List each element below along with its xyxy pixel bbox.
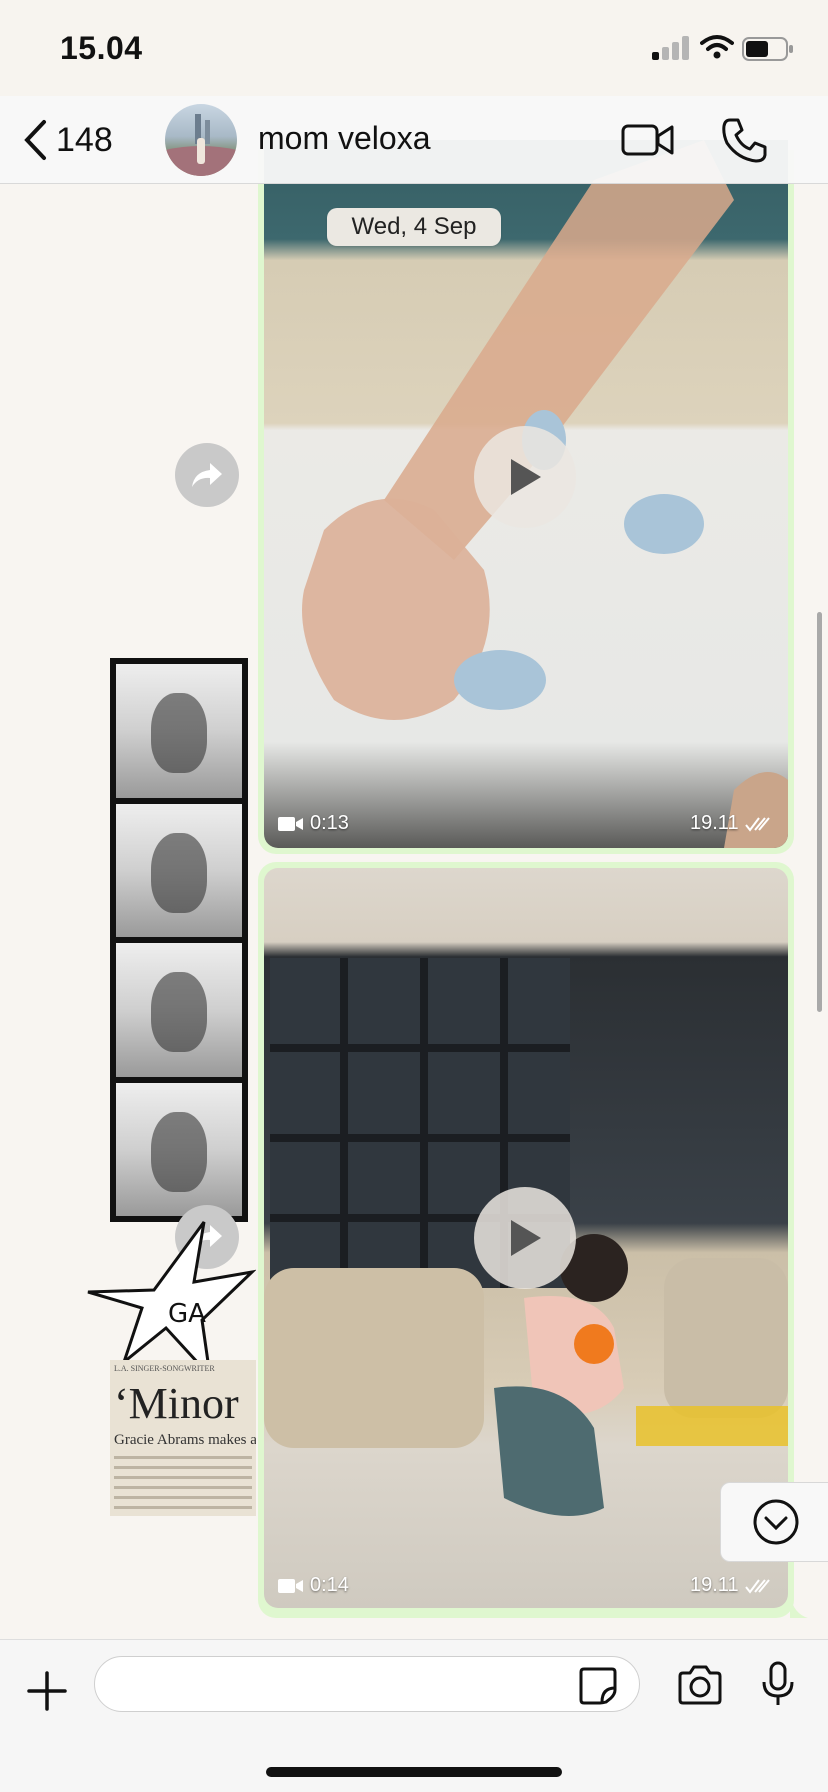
message-timestamp: 19.11 [690, 1574, 773, 1597]
video-camera-icon [278, 1578, 303, 1593]
star-text: GA [168, 1299, 206, 1329]
camera-icon[interactable] [676, 1664, 724, 1706]
play-icon [511, 459, 541, 495]
back-button[interactable]: 148 [22, 116, 113, 164]
sticker-icon[interactable] [578, 1666, 618, 1706]
photo-strip-frame [116, 1082, 242, 1216]
video-camera-icon [278, 816, 303, 831]
clipping-subtitle: Gracie Abrams makes a [114, 1432, 256, 1448]
contact-name[interactable]: mom veloxa [258, 120, 431, 157]
play-icon [511, 1220, 541, 1256]
status-time: 15.04 [60, 30, 143, 66]
message-time: 19.11 [690, 812, 739, 834]
clipping-title: ‘Minor [114, 1379, 239, 1428]
avatar-image [165, 114, 237, 176]
newspaper-clipping-sticker[interactable]: L.A. SINGER-SONGWRITER ‘Minor Gracie Abr… [110, 1360, 256, 1516]
date-separator: Wed, 4 Sep [327, 208, 501, 246]
scroll-to-bottom-button[interactable] [720, 1482, 828, 1562]
clipping-header: L.A. SINGER-SONGWRITER [114, 1364, 215, 1373]
message-time: 19.11 [690, 1574, 739, 1596]
battery-icon [742, 37, 793, 61]
video-duration-text: 0:14 [310, 1574, 349, 1596]
status-bar: 15.04 [0, 0, 828, 96]
message-input[interactable] [94, 1656, 640, 1712]
photo-strip-frame [116, 803, 242, 937]
clipping-body [114, 1456, 252, 1516]
microphone-icon[interactable] [760, 1660, 796, 1708]
chat-header: 148 mom veloxa [0, 96, 828, 184]
phone-icon[interactable] [720, 116, 768, 164]
forward-button[interactable] [175, 443, 239, 507]
message-timestamp: 19.11 [690, 812, 773, 835]
home-indicator [266, 1767, 562, 1777]
unread-count: 148 [56, 120, 113, 159]
video-duration: 0:13 [278, 812, 349, 835]
message-composer [0, 1639, 828, 1792]
bubble-tail [790, 1596, 808, 1618]
double-check-icon [744, 816, 770, 832]
photo-strip-frame [116, 943, 242, 1077]
double-check-icon [744, 1578, 770, 1594]
avatar[interactable] [165, 104, 237, 176]
scrollbar[interactable] [817, 612, 822, 1012]
play-button[interactable] [474, 426, 576, 528]
star-doodle-sticker[interactable]: GA [84, 1212, 256, 1380]
cellular-signal-icon [652, 36, 690, 60]
wifi-icon [700, 35, 734, 59]
video-call-icon[interactable] [620, 118, 676, 162]
photo-strip-frame [116, 664, 242, 798]
photo-strip-sticker[interactable] [110, 658, 248, 1222]
share-arrow-icon [192, 463, 222, 487]
play-button[interactable] [474, 1187, 576, 1289]
video-duration: 0:14 [278, 1574, 349, 1597]
chevron-down-circle-icon [753, 1499, 798, 1545]
video-duration-text: 0:13 [310, 812, 349, 834]
chevron-left-icon [24, 120, 46, 160]
plus-icon[interactable] [26, 1670, 68, 1712]
